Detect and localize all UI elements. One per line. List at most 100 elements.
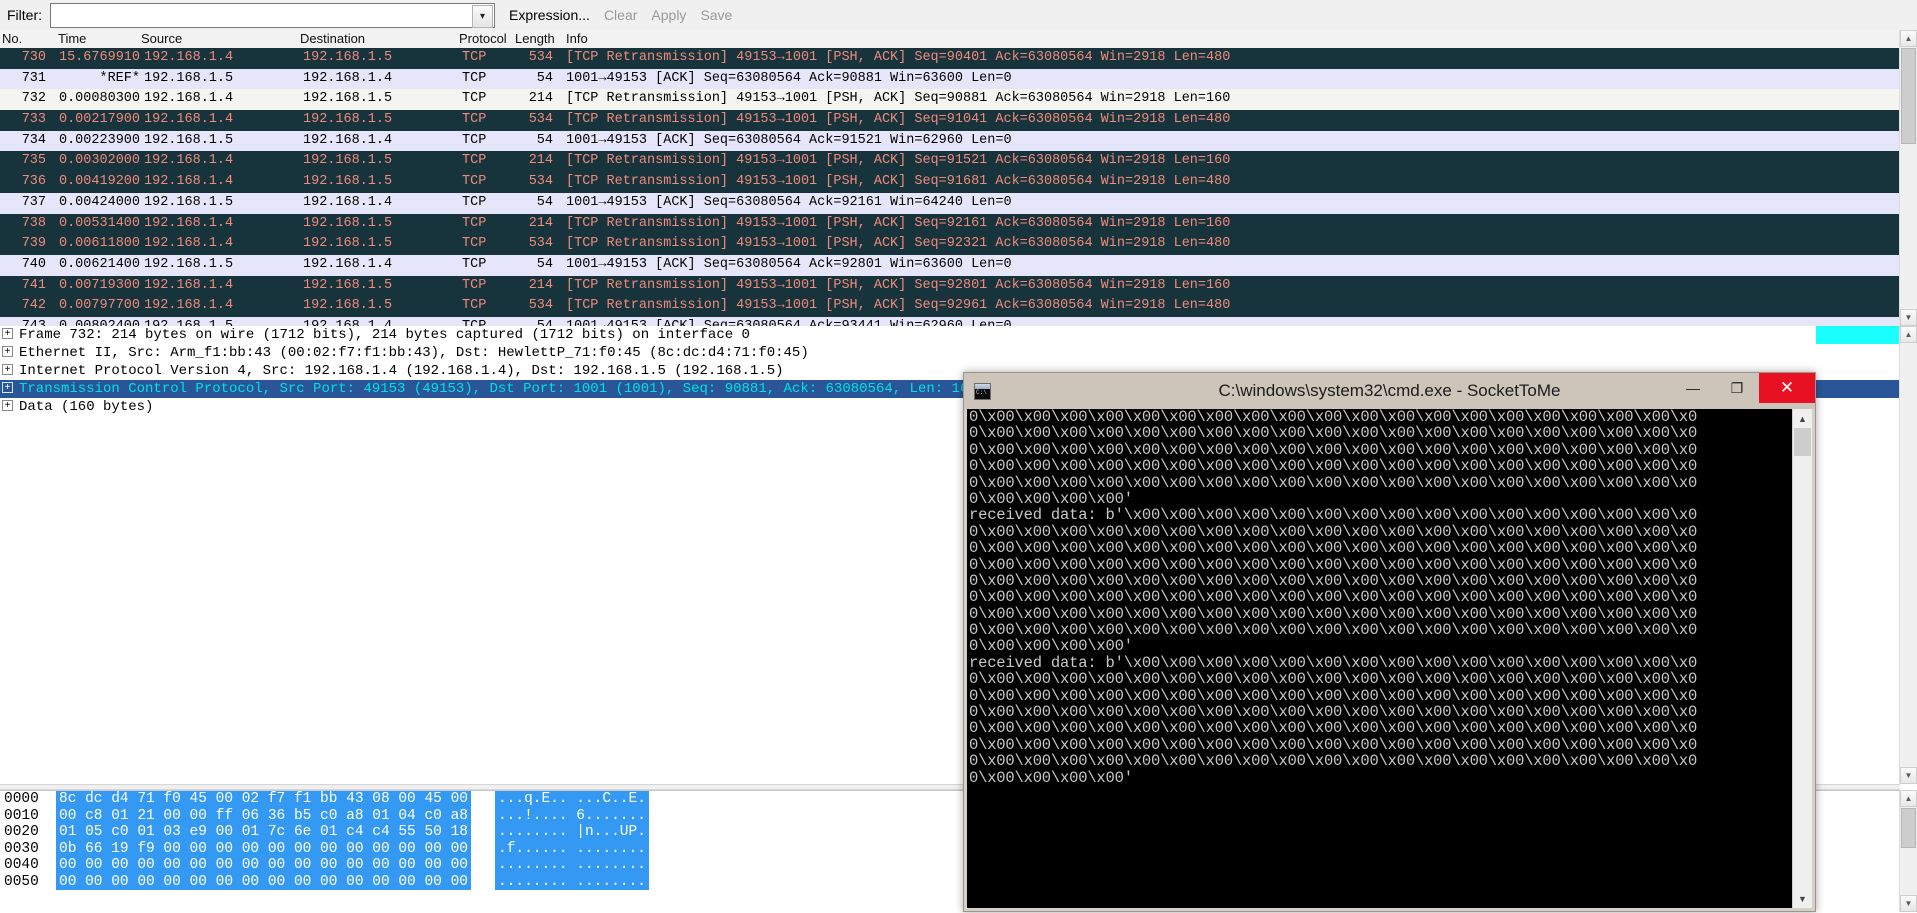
packet-list[interactable]: 730 15.6769910 192.168.1.4 192.168.1.5 TCP 53… (0, 48, 1900, 326)
protocol-tree-label: Internet Protocol Version 4, Src: 192.16… (19, 363, 784, 379)
packet-row[interactable]: 732 0.00080300 192.168.1.4 192.168.1.5 TCP 21… (0, 89, 1900, 111)
packet-no: 735 (21, 153, 46, 169)
packet-row[interactable]: 731 *REF* 192.168.1.5 192.168.1.4 TCP 54 1001→… (0, 68, 1900, 90)
protocol-tree-label: Frame 732: 214 bytes on wire (1712 bits)… (19, 327, 750, 343)
console-line: 0\x00\x00\x00\x00\x00\x00\x00\x00\x00\x0… (969, 752, 1698, 771)
column-header-no[interactable]: No. (2, 31, 22, 46)
column-header-source[interactable]: Source (141, 31, 182, 46)
packet-row[interactable]: 737 0.00424000 192.168.1.5 192.168.1.4 TCP 54… (0, 192, 1900, 214)
maximize-button[interactable]: ❐ (1715, 373, 1759, 403)
scroll-down-icon[interactable]: ▼ (1900, 309, 1917, 326)
hex-pane-scrollbar[interactable]: ▲ ▼ (1899, 790, 1917, 912)
packet-info: 1001→49153 [ACK] Seq=63080564 Ack=91521 … (566, 132, 1012, 148)
packet-row[interactable]: 742 0.00797700 192.168.1.4 192.168.1.5 TCP 53… (0, 296, 1900, 317)
console-line: 0\x00\x00\x00\x00\x00\x00\x00\x00\x00\x0… (969, 522, 1698, 541)
column-header-info[interactable]: Info (566, 31, 588, 46)
filter-toolbar: Filter: ▾ Expression... Clear Apply Save (0, 0, 1917, 31)
packet-time: 15.6769910 (58, 50, 140, 65)
protocol-tree-label: Data (160 bytes) (19, 399, 154, 415)
close-button[interactable]: ✕ (1759, 373, 1815, 403)
packet-no: 739 (21, 236, 46, 252)
packet-row[interactable]: 7430.00802400 192.168.1.5 192.168.1.4 TCP 54… (0, 316, 1900, 326)
packet-row[interactable]: 739 0.00611800 192.168.1.4 192.168.1.5 TCP 53… (0, 234, 1900, 255)
clear-button[interactable]: Clear (604, 7, 637, 23)
packet-time: 0.00223900 (58, 132, 140, 148)
cmd-console-output[interactable]: 0\x00\x00\x00\x00\x00\x00\x00\x00\x00\x0… (967, 409, 1812, 908)
packet-protocol: TCP (462, 236, 487, 252)
column-header-protocol[interactable]: Protocol (459, 31, 507, 46)
column-header-time[interactable]: Time (58, 31, 86, 46)
save-button[interactable]: Save (700, 7, 732, 23)
hex-offset: 0040 (4, 857, 39, 873)
scroll-up-icon[interactable]: ▲ (1900, 326, 1917, 343)
chevron-up-icon[interactable]: ▲ (1793, 409, 1812, 428)
protocol-tree-row[interactable]: + Ethernet II, Src: Arm_f1:bb:43 (00:02:f… (0, 344, 1900, 362)
console-line: 0\x00\x00\x00\x00\x00\x00\x00\x00\x00\x0… (969, 457, 1698, 476)
chevron-down-icon[interactable]: ▾ (472, 4, 493, 28)
hex-bytes: 00 00 00 00 00 00 00 00 00 00 00 00 00 0… (56, 857, 471, 874)
column-header-length[interactable]: Length (515, 31, 555, 46)
packet-destination: 192.168.1.5 (303, 298, 393, 314)
scroll-down-icon[interactable]: ▼ (1900, 767, 1917, 784)
packet-no: 730 (21, 50, 46, 65)
packet-length: 214 (528, 153, 553, 169)
console-line: received data: b'\x00\x00\x00\x00\x00\x0… (969, 653, 1698, 672)
packet-source: 192.168.1.4 (144, 174, 234, 190)
expand-icon[interactable]: + (2, 346, 13, 357)
packet-row[interactable]: 730 15.6769910 192.168.1.4 192.168.1.5 TCP 53… (0, 48, 1900, 69)
cmd-window[interactable]: C:\ C:\windows\system32\cmd.exe - Socket… (963, 372, 1816, 912)
packet-destination: 192.168.1.5 (303, 91, 393, 107)
packet-info: [TCP Retransmission] 49153→1001 [PSH, AC… (566, 277, 1231, 293)
packet-row[interactable]: 738 0.00531400 192.168.1.4 192.168.1.5 TCP 21… (0, 213, 1900, 235)
filter-combobox[interactable]: ▾ (50, 2, 495, 28)
packet-row[interactable]: 734 0.00223900 192.168.1.5 192.168.1.4 TCP 54… (0, 130, 1900, 152)
packet-source: 192.168.1.5 (144, 256, 234, 272)
packet-length: 54 (536, 70, 553, 86)
packet-time: 0.00611800 (58, 236, 140, 252)
protocol-tree-row[interactable]: + Frame 732: 214 bytes on wire (1712 bits… (0, 326, 1900, 344)
hex-bytes: 00 00 00 00 00 00 00 00 00 00 00 00 00 0… (56, 873, 471, 890)
packet-row[interactable]: 740 0.00621400 192.168.1.5 192.168.1.4 TCP 54… (0, 254, 1900, 276)
cmd-title-bar[interactable]: C:\ C:\windows\system32\cmd.exe - Socket… (964, 373, 1815, 409)
filter-label: Filter: (7, 7, 42, 23)
scroll-up-icon[interactable]: ▲ (1900, 790, 1917, 807)
packet-destination: 192.168.1.5 (303, 215, 393, 231)
hex-bytes: 8c dc d4 71 f0 45 00 02 f7 f1 bb 43 08 0… (56, 791, 471, 808)
console-line: 0\x00\x00\x00\x00\x00\x00\x00\x00\x00\x0… (969, 555, 1698, 574)
detail-pane-scrollbar[interactable]: ▲ ▼ (1899, 326, 1917, 784)
packet-time: 0.00719300 (58, 277, 140, 293)
expand-icon[interactable]: + (2, 364, 13, 375)
apply-button[interactable]: Apply (651, 7, 686, 23)
packet-no: 736 (21, 174, 46, 190)
packet-list-scrollbar[interactable]: ▲ ▼ (1899, 30, 1917, 326)
filter-input[interactable] (51, 4, 494, 26)
scrollbar-thumb[interactable] (1901, 808, 1916, 848)
cmd-scrollbar[interactable]: ▲ ▼ (1792, 409, 1812, 908)
packet-source: 192.168.1.4 (144, 153, 234, 169)
minimize-button[interactable]: — (1671, 373, 1715, 403)
chevron-down-icon[interactable]: ▼ (1793, 889, 1812, 908)
protocol-tree-label: Transmission Control Protocol, Src Port:… (19, 381, 977, 397)
expand-icon[interactable]: + (2, 382, 13, 393)
console-line: 0\x00\x00\x00\x00\x00\x00\x00\x00\x00\x0… (969, 621, 1698, 640)
expand-icon[interactable]: + (2, 328, 13, 339)
cmd-scrollbar-thumb[interactable] (1794, 428, 1811, 456)
packet-row[interactable]: 741 0.00719300 192.168.1.4 192.168.1.5 TCP 21… (0, 275, 1900, 297)
scroll-down-icon[interactable]: ▼ (1900, 895, 1917, 912)
packet-row[interactable]: 735 0.00302000 192.168.1.4 192.168.1.5 TCP 21… (0, 151, 1900, 173)
packet-protocol: TCP (462, 112, 487, 128)
expression-button[interactable]: Expression... (509, 7, 590, 23)
packet-protocol: TCP (462, 91, 487, 107)
packet-source: 192.168.1.4 (144, 50, 234, 65)
packet-length: 534 (528, 298, 553, 314)
console-line: 0\x00\x00\x00\x00\x00\x00\x00\x00\x00\x0… (969, 571, 1698, 590)
console-line: 0\x00\x00\x00\x00\x00\x00\x00\x00\x00\x0… (969, 719, 1698, 738)
packet-length: 214 (528, 215, 553, 231)
scroll-up-icon[interactable]: ▲ (1900, 30, 1917, 47)
packet-row[interactable]: 736 0.00419200 192.168.1.4 192.168.1.5 TCP 53… (0, 172, 1900, 193)
expand-icon[interactable]: + (2, 400, 13, 411)
scrollbar-thumb[interactable] (1901, 48, 1916, 144)
console-line: 0\x00\x00\x00\x00\x00\x00\x00\x00\x00\x0… (969, 670, 1698, 689)
column-header-destination[interactable]: Destination (300, 31, 365, 46)
packet-row[interactable]: 733 0.00217900 192.168.1.4 192.168.1.5 TCP 53… (0, 110, 1900, 131)
